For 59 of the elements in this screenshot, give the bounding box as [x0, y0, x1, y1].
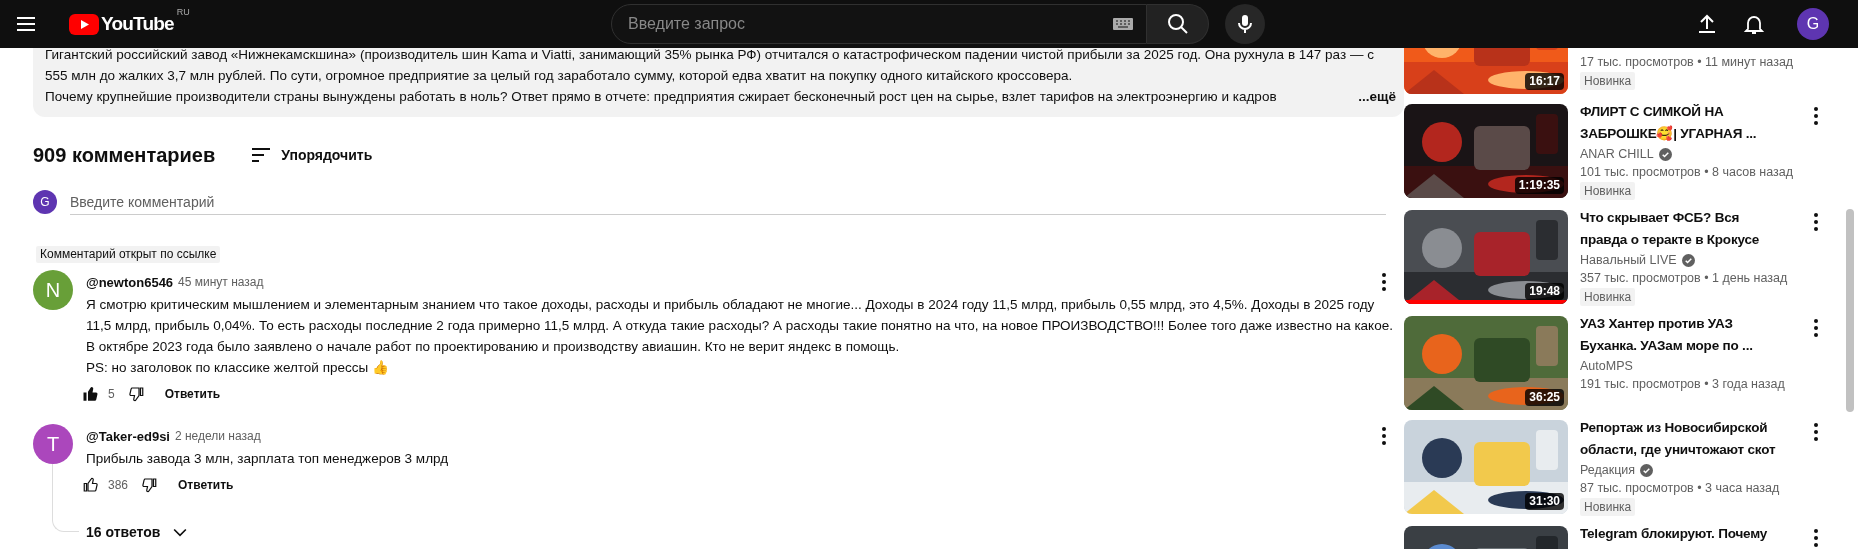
pinned-label: Комментарий открыт по ссылке [36, 246, 221, 263]
video-meta: 17 тыс. просмотров • 11 минут назад [1580, 54, 1792, 71]
comment-field[interactable]: Введите комментарий [70, 189, 1386, 215]
sort-button[interactable]: Упорядочить [249, 143, 373, 167]
user-avatar[interactable]: T [33, 424, 73, 464]
thread-line [52, 464, 79, 532]
search-icon[interactable] [1165, 12, 1190, 36]
description-text: Гигантский российский завод «Нижнекамскшина» (производитель шин Kama и Viatti, занимающий 35% рынка РФ) отчитался о катастрофическом падении чистой прибыли за 2025 год. Она рухнула в 147 раз — с 555 млн до жалких 3,7 млн рублей. По сути, огромное предприятие за целый год заработало сумму, которой едва хватит на покупку одного китайского кроссовера. [45, 46, 1375, 85]
search-button[interactable] [1147, 4, 1209, 44]
video-title[interactable]: УАЗ Хантер против УАЗ Буханка. УАЗам море по ... [1580, 313, 1792, 357]
video-title[interactable]: Telegram блокируют. Почему [1580, 523, 1792, 545]
microphone-button[interactable] [1225, 4, 1265, 44]
show-more-link[interactable]: ...ещё [1358, 86, 1396, 107]
video-title[interactable]: Что скрывает ФСБ? Вся правда о теракте в Крокусе [1580, 207, 1792, 251]
new-badge: Новинка [1580, 288, 1636, 306]
comment-author[interactable]: @Taker-ed9si [86, 428, 170, 444]
thumbs-down-icon[interactable] [140, 476, 159, 494]
video-duration: 1:19:35 [1514, 177, 1564, 194]
channel-name[interactable]: Редакция [1580, 461, 1636, 479]
comment-text: PS: но заголовок по классике желтой прессы 👍 [86, 359, 390, 377]
play-logo-icon[interactable] [69, 13, 99, 35]
like-count: 386 [108, 478, 129, 492]
thumbs-up-icon[interactable] [82, 385, 100, 403]
thumbs-up-icon[interactable] [82, 476, 100, 494]
video-title[interactable]: ФЛИРТ С СИМКОЙ НА ЗАБРОШКЕ🥰| УГАРНАЯ ... [1580, 101, 1792, 145]
new-badge: Новинка [1580, 182, 1636, 200]
logo-wordmark[interactable]: YouTube [101, 13, 174, 35]
comment-text: Прибыль завода 3 млн, зарплата топ менеджеров 3 млрд [86, 450, 450, 468]
keyboard-icon[interactable] [1113, 18, 1133, 30]
reply-button[interactable]: Ответить [178, 478, 234, 492]
region-label: RU [176, 7, 190, 17]
thumbs-down-icon[interactable] [126, 385, 145, 403]
new-badge: Новинка [1580, 498, 1636, 516]
comment-count: 909 комментариев [33, 143, 216, 167]
video-duration: 19:48 [1525, 283, 1564, 300]
like-count: 5 [108, 387, 115, 401]
channel-name[interactable]: ANAR CHILL [1580, 145, 1654, 163]
video-meta: 101 тыс. просмотров • 8 часов назад [1580, 164, 1792, 181]
comment-text: Я смотрю критическим мышлением и элементарным знанием что такое доходы, расходы и прибыль обладают не многие... Доходы в 2024 году 11,5 млрд, прибыль 0,55 млрд, это 4,5%. Доходы в 2025 году 11,5 млрд, прибыль 0,04%. То есть расходы последние 2 года примерно 11,5 млрд. А откуда такие расходы? А расходы такие понятно на что, на новое ПРОИЗВОДСТВО!!! Более того даже известно на какое. В октябре 2023 года было заявлено о начале работ по проектированию и производству авиашин. Кто не верит яндекс в помощь. [86, 296, 1394, 356]
reply-button[interactable]: Ответить [164, 387, 221, 401]
new-badge: Новинка [1580, 72, 1636, 90]
account-avatar[interactable]: G [1797, 8, 1829, 40]
search-field[interactable]: Введите запрос [611, 4, 1147, 44]
user-avatar: G [33, 190, 57, 214]
video-title[interactable]: Репортаж из Новосибирской области, где уничтожают скот [1580, 417, 1792, 461]
replies-toggle[interactable]: 16 ответов [86, 516, 1396, 548]
comment-time[interactable]: 45 минут назад [178, 275, 264, 289]
description-text: Почему крупнейшие производители страны вынуждены работать в ноль? Ответ прямо в отчете: предприятия сжирает бесконечный рост цен на сырье, взлет тарифов на электроэнергию и кадров [45, 88, 1277, 106]
video-meta: 191 тыс. просмотров • 3 года назад [1580, 376, 1786, 393]
scrollbar-thumb[interactable] [1846, 209, 1854, 412]
video-duration: 16:17 [1525, 73, 1564, 90]
channel-name[interactable]: Навальный LIVE [1580, 251, 1677, 269]
video-meta: 87 тыс. просмотров • 3 часа назад [1580, 480, 1781, 497]
comment-author[interactable]: @newton6546 [86, 274, 174, 290]
comment-time[interactable]: 2 недели назад [175, 429, 261, 443]
video-duration: 36:25 [1525, 389, 1564, 406]
video-duration: 31:30 [1525, 493, 1564, 510]
channel-name[interactable]: AutoMPS [1580, 357, 1633, 375]
video-meta: 357 тыс. просмотров • 1 день назад [1580, 270, 1789, 287]
